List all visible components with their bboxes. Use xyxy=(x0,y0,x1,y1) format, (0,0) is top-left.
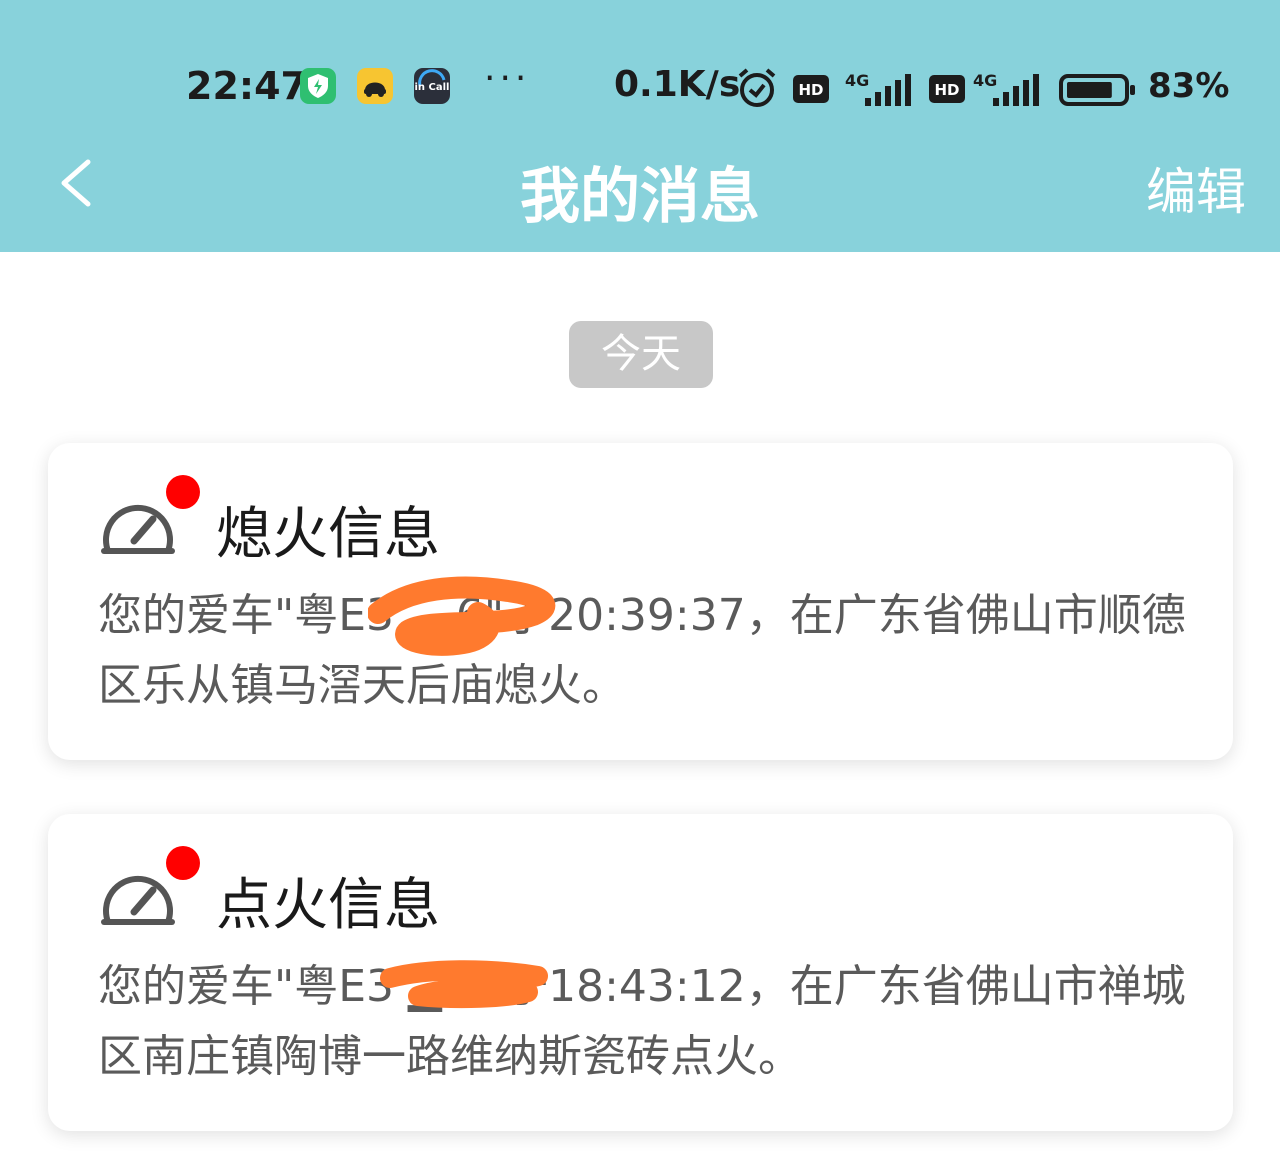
edit-button[interactable]: 编辑 xyxy=(1146,152,1246,224)
alarm-icon xyxy=(738,68,776,107)
message-body: 您的爱车"粤E3 ▁ 6"于20:39:37，在广东省佛山市顺德区乐从镇马滘天后… xyxy=(98,590,1186,711)
car-app-icon xyxy=(357,68,393,104)
status-icons: HD 4G HD 4G xyxy=(735,66,1145,116)
hd-icon: HD xyxy=(793,75,829,103)
svg-text:in Call: in Call xyxy=(415,82,450,93)
nav-bar: 我的消息 编辑 xyxy=(0,140,1280,232)
speedometer-icon xyxy=(98,866,178,928)
battery-icon xyxy=(1059,74,1135,106)
page-title: 我的消息 xyxy=(520,162,760,232)
hd-icon: HD xyxy=(929,75,965,103)
svg-text:4G: 4G xyxy=(845,71,869,90)
message-card[interactable]: 熄火信息 您的爱车"粤E3 ▁ 6"于20:39:37，在广东省佛山市顺德区乐从… xyxy=(48,443,1233,760)
svg-text:4G: 4G xyxy=(973,71,997,90)
svg-text:HD: HD xyxy=(798,81,823,99)
message-body: 您的爱车"粤E3 ▁ 6"于18:43:12，在广东省佛山市禅城区南庄镇陶博一路… xyxy=(98,961,1186,1082)
status-overflow: ··· xyxy=(484,58,531,99)
net-speed: 0.1K/s xyxy=(614,64,741,105)
signal-icon: 4G xyxy=(845,71,911,106)
svg-text:HD: HD xyxy=(934,81,959,99)
shield-app-icon xyxy=(300,68,336,104)
message-card[interactable]: 点火信息 您的爱车"粤E3 ▁ 6"于18:43:12，在广东省佛山市禅城区南庄… xyxy=(48,814,1233,1131)
app-header: 22:47 in Call ··· 0.1K/s HD 4G HD 4G 83%… xyxy=(0,0,1280,252)
status-time: 22:47 xyxy=(186,64,307,108)
message-title: 熄火信息 xyxy=(216,502,440,567)
battery-percent: 83% xyxy=(1148,66,1230,106)
signal-icon: 4G xyxy=(973,71,1039,106)
message-title: 点火信息 xyxy=(216,873,440,938)
redaction-scribble xyxy=(368,576,556,656)
speedometer-icon xyxy=(98,495,178,557)
incall-app-icon: in Call xyxy=(414,68,450,104)
unread-dot xyxy=(166,475,200,509)
date-separator: 今天 xyxy=(569,321,713,388)
status-bar: 22:47 in Call ··· 0.1K/s HD 4G HD 4G 83% xyxy=(0,56,1280,118)
redaction-scribble xyxy=(380,960,548,1009)
unread-dot xyxy=(166,846,200,880)
message-list: 今天 熄火信息 您的爱车"粤E3 ▁ 6"于20:39:37，在广东省佛山市顺德… xyxy=(0,252,1280,1163)
